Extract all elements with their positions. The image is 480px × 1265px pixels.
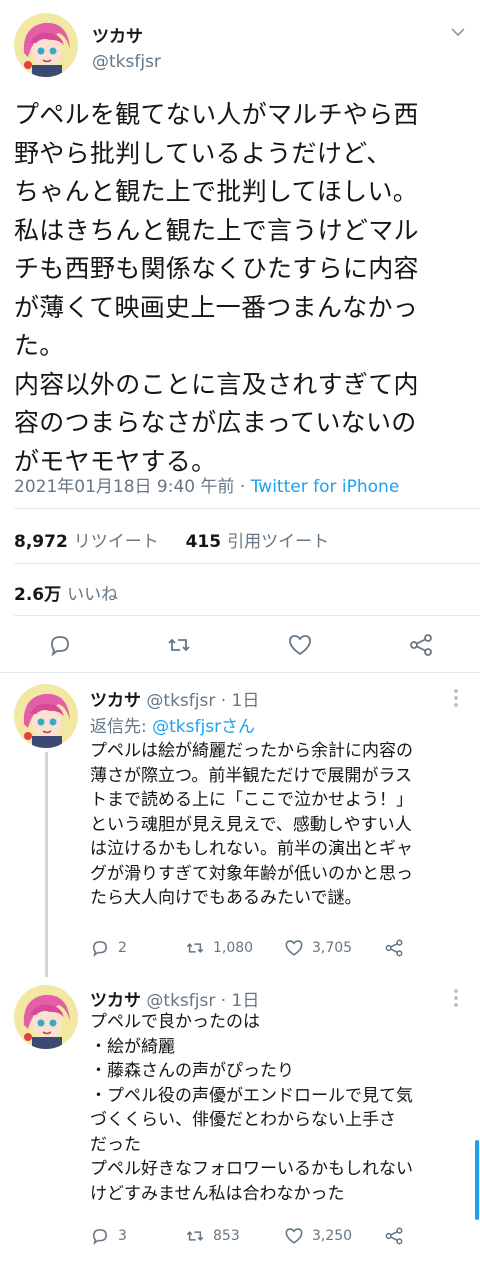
reply-to-handle[interactable]: @tksfjsrさん (152, 717, 255, 737)
likes-stat[interactable]: 2.6万 いいね (14, 580, 118, 605)
divider (0, 672, 480, 673)
reply-actions: 3 853 3,250 (90, 1225, 410, 1247)
retweet-button[interactable]: 853 (185, 1225, 240, 1247)
like-button[interactable]: 3,705 (284, 937, 352, 959)
tweet-text: プペルを観てない人がマルチやら西 野やら批判しているようだけど、 ちゃんと観た上… (14, 100, 419, 476)
thread-line (45, 752, 48, 977)
reply-author-handle[interactable]: @tksfjsr (146, 691, 215, 711)
divider (14, 615, 480, 616)
reply-button[interactable]: 3 (90, 1225, 127, 1247)
author-handle[interactable]: @tksfjsr (92, 52, 161, 72)
scrollbar[interactable] (475, 1140, 479, 1220)
quotes-stat[interactable]: 415 引用ツイート (186, 532, 330, 552)
tweet-meta: 2021年01月18日 9:40 午前 · Twitter for iPhone (14, 472, 399, 497)
reply-button[interactable]: 2 (90, 937, 127, 959)
divider (14, 563, 480, 564)
like-button[interactable]: 3,250 (284, 1225, 352, 1247)
meta-separator: · (234, 477, 251, 497)
author-name[interactable]: ツカサ (92, 22, 143, 47)
reply-age: · 1日 (220, 691, 260, 711)
author-avatar[interactable] (14, 13, 78, 77)
share-button[interactable] (384, 1225, 412, 1247)
tweet-source[interactable]: Twitter for iPhone (251, 477, 400, 497)
reply-header: ツカサ @tksfjsr · 1日 (90, 986, 259, 1011)
tweet-timestamp[interactable]: 2021年01月18日 9:40 午前 (14, 477, 235, 497)
reply-to-line: 返信先: @tksfjsrさん (90, 717, 256, 737)
retweet-button[interactable]: 1,080 (185, 937, 253, 959)
reply-author-name[interactable]: ツカサ (90, 991, 141, 1011)
share-icon[interactable] (408, 632, 434, 658)
tweet-stats: 8,972 リツイート 415 引用ツイート (14, 527, 329, 552)
more-icon[interactable] (452, 988, 460, 1008)
reply-actions: 2 1,080 3,705 (90, 937, 410, 959)
reply-text: プペルで良かったのは ・絵が綺麗 ・藤森さんの声がぴったり ・プペル役の声優がエ… (90, 1012, 413, 1204)
reply-icon[interactable] (47, 632, 73, 658)
retweets-stat[interactable]: 8,972 リツイート (14, 532, 159, 552)
share-button[interactable] (384, 937, 412, 959)
reply-avatar[interactable] (14, 985, 78, 1049)
retweet-icon[interactable] (166, 632, 192, 658)
divider (14, 508, 480, 509)
like-icon[interactable] (287, 632, 313, 658)
chevron-down-icon[interactable] (450, 24, 466, 40)
reply-text: プペルは絵が綺麗だったから余計に内容の 薄さが際立つ。前半観ただけで展開がラス … (90, 741, 413, 908)
reply-header: ツカサ @tksfjsr · 1日 (90, 686, 259, 711)
reply-author-handle[interactable]: @tksfjsr (146, 991, 215, 1011)
reply-author-name[interactable]: ツカサ (90, 691, 141, 711)
reply-avatar[interactable] (14, 684, 78, 748)
reply-age: · 1日 (220, 991, 260, 1011)
more-icon[interactable] (452, 688, 460, 708)
